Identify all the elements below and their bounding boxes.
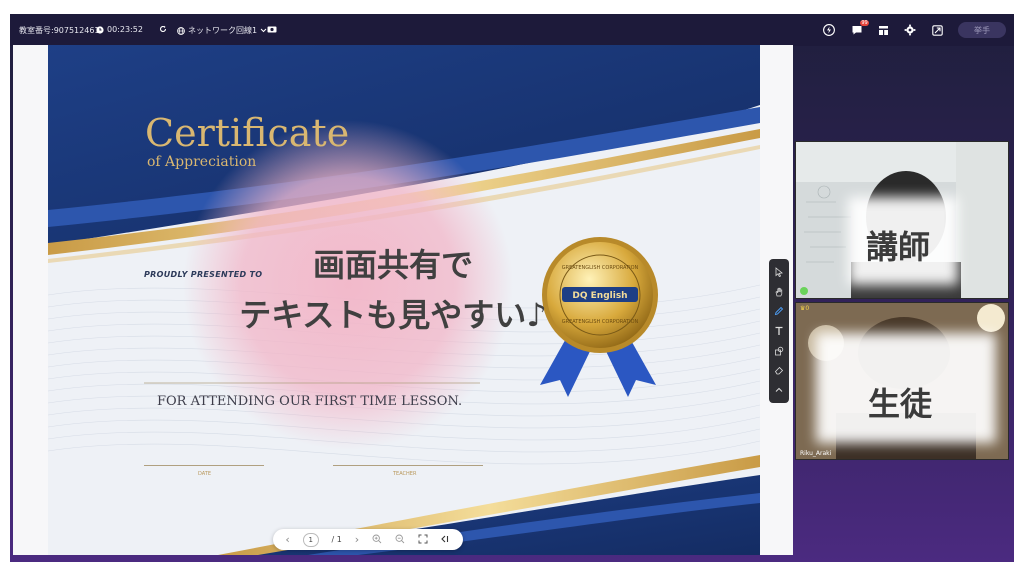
text-icon — [775, 326, 783, 335]
teacher-label: 講師 — [866, 228, 931, 266]
zoom-out-icon — [395, 534, 405, 543]
zoom-in-icon — [372, 534, 382, 543]
student-award-count: ♛0 — [800, 305, 809, 312]
teacher-label: TEACHER — [393, 471, 417, 477]
text-tool[interactable] — [772, 324, 786, 338]
student-label: 生徒 — [868, 385, 933, 423]
chat-button[interactable]: 99 — [850, 20, 869, 37]
collapse-pager-button[interactable] — [440, 534, 450, 546]
caption-line-2: テキストも見やすい♪ — [239, 296, 547, 334]
camera-switch-button[interactable] — [267, 25, 277, 33]
certificate-attending-text: FOR ATTENDING OUR FIRST TIME LESSON. — [157, 394, 463, 409]
certificate-title: Certificate — [145, 111, 350, 155]
teacher-mic-indicator — [800, 287, 808, 295]
timer-text: 00:23:52 — [107, 25, 143, 34]
student-count: 0 — [805, 305, 810, 312]
drawing-toolbar — [769, 259, 789, 403]
performance-button[interactable] — [822, 23, 836, 37]
layout-button[interactable] — [876, 23, 890, 37]
shape-tool[interactable] — [772, 344, 786, 358]
chevron-up-icon — [775, 387, 783, 392]
caption-line-1: 画面共有で — [312, 246, 473, 284]
teacher-video[interactable]: 講師 — [795, 141, 1009, 299]
screenshot-canvas: 教室番号:907512461 00:23:52 ネットワーク回線1 99 挙手 … — [0, 0, 1024, 576]
next-page-button[interactable]: › — [355, 533, 359, 546]
collapse-toolbar-button[interactable] — [772, 383, 786, 397]
date-label: DATE — [198, 471, 212, 477]
raise-hand-label: 挙手 — [974, 25, 990, 35]
classroom-number-text: 教室番号:907512461 — [19, 26, 100, 35]
cursor-icon — [775, 266, 783, 277]
current-page-input[interactable]: 1 — [302, 532, 319, 547]
page-navigator: ‹ 1 / 1 › — [273, 529, 463, 550]
shapes-icon — [775, 346, 784, 356]
fullscreen-icon — [418, 534, 428, 543]
eraser-tool[interactable] — [772, 363, 786, 377]
refresh-icon — [160, 25, 167, 33]
clock-icon — [96, 25, 104, 34]
certificate-subtitle: of Appreciation — [147, 154, 257, 170]
whiteboard-area[interactable]: DQ English GREATENGLISH CORPORATION GREA… — [13, 45, 793, 555]
chat-badge: 99 — [860, 20, 869, 26]
pen-tool[interactable] — [772, 304, 786, 318]
refresh-button[interactable] — [159, 25, 167, 33]
raise-hand-button[interactable]: 挙手 — [958, 22, 1006, 38]
teacher-signature-line — [333, 465, 483, 466]
globe-icon — [177, 26, 185, 35]
gear-icon — [904, 24, 916, 36]
overlay-caption: 画面共有で テキストも見やすい♪ — [198, 240, 588, 340]
zoom-in-button[interactable] — [372, 534, 382, 546]
fit-screen-button[interactable] — [418, 534, 428, 546]
hand-icon — [775, 287, 783, 296]
classroom-app: 教室番号:907512461 00:23:52 ネットワーク回線1 99 挙手 … — [10, 14, 1014, 562]
student-name: Riku_Araki — [800, 450, 832, 457]
camera-icon — [267, 26, 277, 33]
student-video[interactable]: 生徒 ♛0 Riku_Araki — [795, 302, 1009, 460]
total-pages: / 1 — [331, 535, 342, 544]
date-signature-line — [144, 465, 264, 466]
network-selector[interactable]: ネットワーク回線1 — [177, 25, 267, 36]
certificate-slide: DQ English GREATENGLISH CORPORATION GREA… — [48, 45, 760, 555]
pan-tool[interactable] — [772, 285, 786, 299]
collapse-icon — [441, 535, 449, 542]
exit-icon — [931, 24, 943, 36]
zoom-out-button[interactable] — [395, 534, 405, 546]
prev-page-button[interactable]: ‹ — [285, 533, 289, 546]
top-bar: 教室番号:907512461 00:23:52 ネットワーク回線1 99 挙手 — [10, 14, 1014, 46]
eraser-icon — [774, 367, 784, 375]
settings-button[interactable] — [903, 23, 917, 37]
exit-fullscreen-button[interactable] — [930, 23, 944, 37]
lightning-icon — [823, 24, 835, 36]
network-label: ネットワーク回線1 — [188, 26, 258, 35]
select-tool[interactable] — [772, 265, 786, 279]
timer: 00:23:52 — [96, 25, 143, 34]
pen-icon — [774, 307, 784, 316]
layout-icon — [878, 25, 888, 35]
classroom-number: 教室番号:907512461 — [19, 25, 100, 36]
